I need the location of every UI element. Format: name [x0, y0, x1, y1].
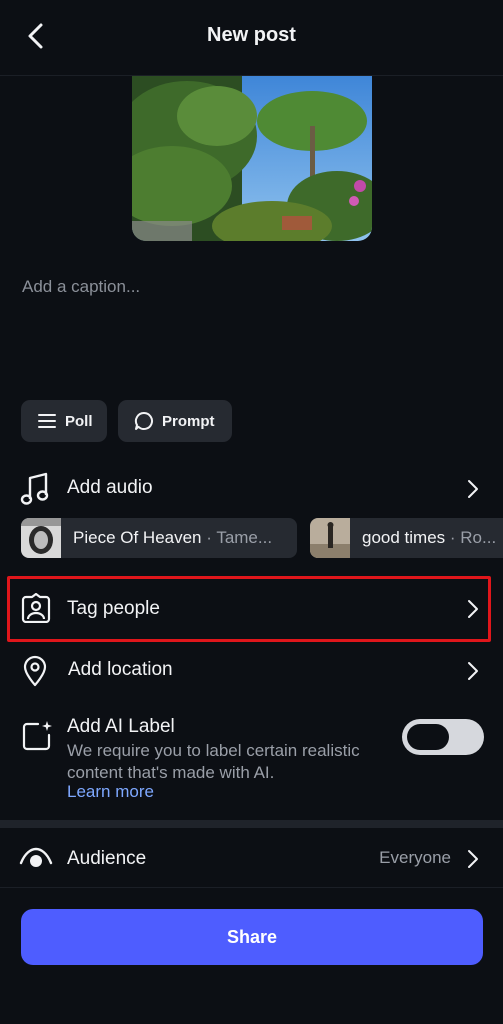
location-pin-icon — [23, 655, 47, 687]
audio-track-title: good times — [362, 528, 446, 547]
eye-icon — [19, 847, 53, 867]
add-location-label: Add location — [68, 659, 173, 680]
audience-value: Everyone — [379, 848, 451, 867]
add-audio-label: Add audio — [67, 477, 153, 498]
toggle-knob — [407, 724, 449, 750]
audio-track-artist: · Ro... — [445, 528, 497, 547]
chevron-right-icon — [466, 848, 480, 870]
audio-track-title: Piece Of Heaven — [73, 528, 202, 547]
section-divider — [0, 820, 503, 828]
audience-label: Audience — [67, 848, 147, 869]
audio-suggestion-item[interactable]: good times · Ro... — [310, 518, 503, 558]
album-art-thumbnail — [310, 518, 350, 558]
section-divider — [0, 887, 503, 888]
audio-track-text: good times · Ro... — [350, 528, 496, 548]
caption-input[interactable]: Add a caption... — [22, 277, 140, 297]
share-button[interactable]: Share — [21, 909, 483, 965]
ai-label-description: We require you to label certain realisti… — [67, 741, 360, 782]
audio-track-text: Piece Of Heaven · Tame... — [61, 528, 272, 548]
ai-label-title: Add AI Label — [67, 716, 175, 737]
post-image-preview[interactable] — [132, 76, 372, 241]
album-art-thumbnail — [21, 518, 61, 558]
chevron-right-icon — [466, 660, 480, 682]
audio-suggestion-item[interactable]: Piece Of Heaven · Tame... — [21, 518, 297, 558]
page-title: New post — [207, 24, 296, 46]
poll-label: Poll — [65, 412, 93, 430]
highlight-box — [7, 576, 491, 642]
audio-track-artist: · Tame... — [201, 528, 273, 547]
speech-bubble-icon — [134, 411, 153, 430]
ai-sparkle-icon — [22, 721, 52, 751]
chevron-right-icon — [466, 478, 480, 500]
prompt-label: Prompt — [162, 412, 215, 430]
prompt-button[interactable]: Prompt — [118, 400, 232, 442]
poll-button[interactable]: Poll — [21, 400, 107, 442]
learn-more-link[interactable]: Learn more — [67, 782, 154, 802]
music-note-icon — [20, 472, 49, 505]
ai-label-toggle[interactable] — [402, 719, 484, 755]
list-icon — [38, 414, 56, 428]
